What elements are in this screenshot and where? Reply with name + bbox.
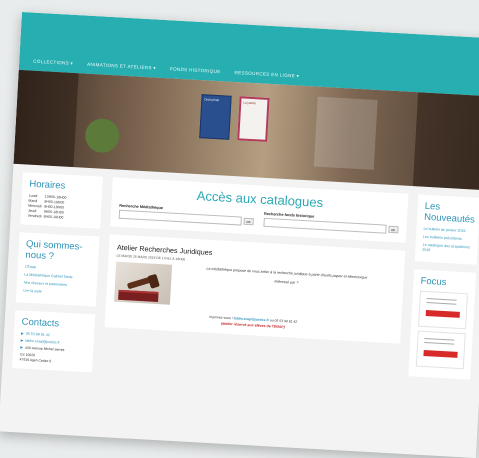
card-line	[424, 337, 455, 341]
contacts-box: Contacts ▶ 05 53 98 91 42 ▶ biblio.enap@ju…	[12, 310, 96, 373]
focus-card[interactable]	[418, 290, 468, 330]
right-sidebar: Les Nouveautés Le bulletin de janvier 20…	[407, 194, 479, 393]
search-fonds: Recherche fonds historique OK	[263, 212, 399, 235]
news-title: Les Nouveautés	[423, 200, 476, 226]
hours-title: Horaires	[29, 178, 66, 192]
main-content: Horaires Lundi 13H00-18H00 Mardi 8H00-18H0…	[2, 164, 479, 402]
card-line	[426, 298, 457, 301]
about-link-partenaires[interactable]: Nos réseaux et partenaires	[24, 281, 90, 290]
contact-prefix: Inscrivez-vous !	[209, 314, 234, 321]
search-mediatheque-button[interactable]: OK	[243, 217, 254, 226]
day-label: Vendredi	[27, 213, 42, 219]
about-title: Qui sommes-nous ?	[25, 238, 83, 263]
mail-icon: ▶	[20, 338, 24, 343]
email-address: biblio.enap@justice.fr	[25, 338, 60, 345]
nav-item-ressources[interactable]: RESSOURCES EN LIGNE ▾	[234, 70, 299, 80]
about-link-mediatheque[interactable]: La Médiathèque Gabriel Tarde	[24, 273, 90, 282]
search-mediatheque: Recherche Médiathèque OK	[118, 204, 255, 227]
hours-value: 8H00-18H00	[43, 214, 64, 220]
location-icon: ▶	[20, 345, 24, 350]
address-line: 440 avenue Michel Serres	[24, 345, 65, 352]
card-line	[426, 302, 457, 305]
featured-book-blue[interactable]: Droit pénal	[199, 94, 232, 140]
left-sidebar: Horaires Lundi 13H00-18H00 Mardi 8H00-18H0…	[12, 172, 103, 373]
news-link-catalogue[interactable]: Le catalogue des acquisitions 2018	[422, 243, 470, 256]
phone-icon: ▶	[20, 331, 24, 336]
focus-title: Focus	[420, 275, 447, 289]
card-red-bar	[423, 349, 458, 358]
center-column: Accès aux catalogues Recherche Médiathèq…	[102, 177, 409, 389]
news-box: Les Nouveautés Le bulletin de janvier 20…	[414, 194, 479, 265]
contacts-title: Contacts	[21, 316, 60, 330]
nav-item-fonds-historique[interactable]: FONDS HISTORIQUE	[170, 66, 221, 75]
catalog-box: Accès aux catalogues Recherche Médiathèq…	[110, 177, 409, 243]
plant	[84, 117, 121, 154]
window-panel	[313, 96, 378, 170]
contact-email-link[interactable]: biblio.enap@justice.fr	[234, 316, 270, 322]
phone-number: 05 53 98 91 42	[25, 331, 50, 338]
article-text: La médiathèque propose de vous initier à…	[176, 265, 396, 317]
focus-box: Focus	[408, 269, 477, 380]
featured-book-white[interactable]: La justice	[237, 96, 270, 142]
news-link-previous[interactable]: Les bulletins précédents	[423, 235, 471, 243]
event-article: Atelier Recherches Juridiques LE MARDI 2…	[104, 234, 406, 344]
news-link-bulletin[interactable]: Le bulletin de janvier 2019	[423, 227, 471, 235]
book-title: Droit pénal	[204, 97, 220, 103]
focus-card[interactable]	[415, 330, 466, 370]
card-red-bar	[425, 310, 460, 318]
book-title: La justice	[243, 100, 257, 106]
page-frame: COLLECTIONS ▾ ANIMATIONS ET ATELIERS ▾ F…	[0, 12, 479, 458]
gavel-head	[147, 273, 160, 289]
card-line	[424, 341, 455, 345]
bookshelf-left	[13, 69, 79, 168]
about-link-read-more[interactable]: Lire la suite	[23, 289, 89, 298]
bookshelf-right	[412, 92, 479, 191]
nav-item-collections[interactable]: COLLECTIONS ▾	[33, 59, 73, 67]
books-shape	[118, 289, 159, 303]
about-link-enap[interactable]: L'Enap	[25, 265, 91, 274]
hours-box: Horaires Lundi 13H00-18H00 Mardi 8H00-18H0…	[20, 172, 103, 229]
nav-item-animations[interactable]: ANIMATIONS ET ATELIERS ▾	[87, 62, 156, 72]
search-fonds-button[interactable]: OK	[387, 225, 399, 234]
gavel-image	[113, 261, 173, 305]
about-box: Qui sommes-nous ? L'Enap La Médiathèque …	[15, 232, 100, 307]
contact-suffix: ou 05 53 98 91 42	[268, 318, 298, 324]
